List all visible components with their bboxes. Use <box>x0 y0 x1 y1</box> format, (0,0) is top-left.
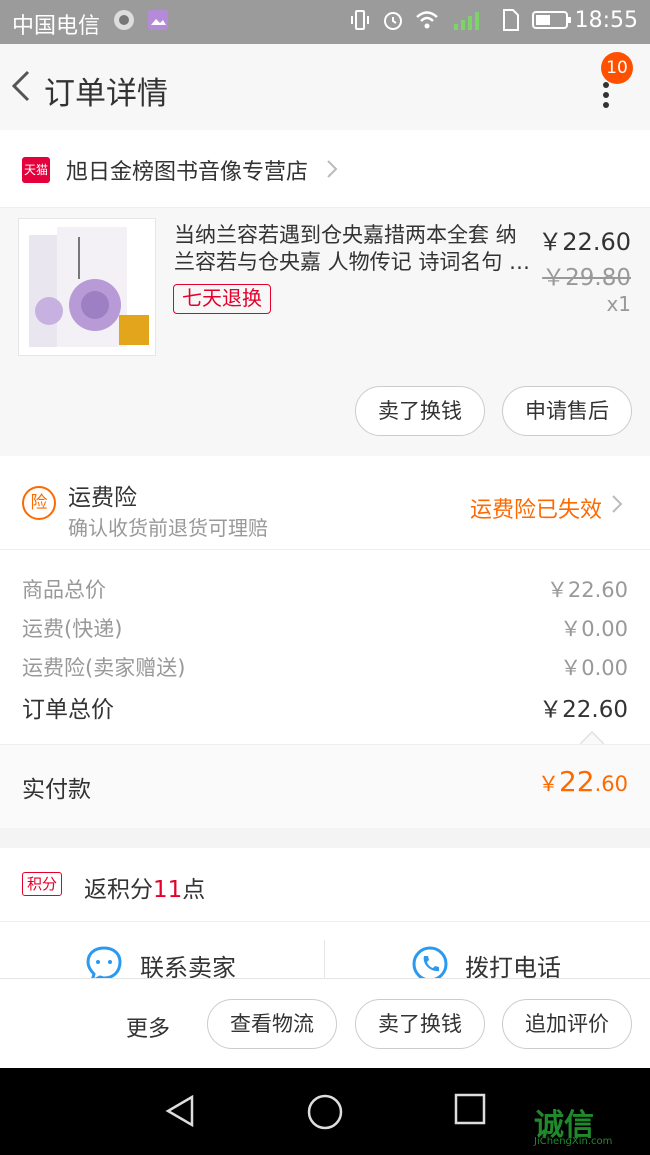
wifi-icon <box>416 11 438 29</box>
insurance-status: 运费险已失效 <box>469 498 602 523</box>
summary-label: 运费险(卖家赠送) <box>22 656 186 680</box>
order-total-label: 订单总价 <box>22 697 114 723</box>
weather-icon <box>114 10 134 30</box>
product-quantity: x1 <box>606 292 631 316</box>
nav-home-icon[interactable] <box>306 1093 344 1131</box>
order-summary: 商品总价 ￥22.60 运费(快递) ￥0.00 运费险(卖家赠送) ￥0.00… <box>0 550 650 744</box>
watermark: 诚信 JiChengXin.com <box>530 1100 650 1150</box>
amount-integer: 22 <box>558 765 595 798</box>
summary-row: 运费(快递) ￥0.00 <box>22 613 628 649</box>
amount-decimal: .60 <box>594 772 628 796</box>
battery-icon <box>532 11 571 29</box>
store-name: 旭日金榜图书音像专营店 <box>66 160 309 185</box>
chevron-right-icon <box>327 160 338 178</box>
sim-icon <box>503 9 519 31</box>
currency-symbol: ￥ <box>537 772 559 796</box>
watermark-url: JiChengXin.com <box>534 1136 613 1147</box>
points-suffix: 点 <box>182 877 206 903</box>
summary-row: 商品总价 ￥22.60 <box>22 574 628 610</box>
app-header: 订单详情 10 <box>0 44 650 130</box>
nav-back-icon[interactable] <box>164 1093 196 1129</box>
product-card[interactable]: 当纳兰容若遇到仓央嘉措两本全套 纳兰容若与仓央嘉 人物传记 诗词名句 … 七天退… <box>0 208 650 456</box>
insurance-title: 运费险 <box>68 485 137 511</box>
status-bar: 中国电信 18:55 <box>0 0 650 44</box>
amount-paid-value: ￥22.60 <box>538 765 628 798</box>
more-actions-link[interactable]: 更多 <box>126 1011 170 1043</box>
summary-label: 运费(快递) <box>22 617 123 641</box>
call-phone-button[interactable]: 拨打电话 <box>465 948 561 978</box>
chevron-right-icon <box>612 495 623 513</box>
clock: 18:55 <box>574 8 638 33</box>
summary-value: ￥0.00 <box>560 656 628 680</box>
add-review-button[interactable]: 追加评价 <box>502 999 632 1049</box>
amount-paid-label: 实付款 <box>22 777 91 803</box>
carrier-name: 中国电信 <box>12 14 101 39</box>
product-thumbnail[interactable] <box>18 218 156 356</box>
product-name[interactable]: 当纳兰容若遇到仓央嘉措两本全套 纳兰容若与仓央嘉 人物传记 诗词名句 … <box>174 222 534 276</box>
nav-recents-icon[interactable] <box>454 1093 486 1125</box>
points-number: 11 <box>153 877 183 903</box>
after-sales-button[interactable]: 申请售后 <box>502 386 632 436</box>
sell-for-cash-button[interactable]: 卖了换钱 <box>355 386 485 436</box>
view-logistics-button[interactable]: 查看物流 <box>207 999 337 1049</box>
order-total-value: ￥22.60 <box>539 697 628 723</box>
order-total-row: 订单总价 ￥22.60 <box>22 690 628 726</box>
tmall-badge: 天猫 <box>22 157 50 183</box>
sell-for-cash-button[interactable]: 卖了换钱 <box>355 999 485 1049</box>
alarm-icon <box>384 12 402 30</box>
shipping-insurance-row[interactable]: 险 运费险 确认收货前退货可理赔 运费险已失效 <box>0 456 650 550</box>
gallery-icon <box>148 10 168 30</box>
points-tag: 积分 <box>22 872 63 896</box>
product-price: ￥22.60 <box>538 228 631 256</box>
divider <box>324 940 325 978</box>
page-title: 订单详情 <box>44 76 168 112</box>
signal-icon <box>454 12 479 30</box>
insurance-icon: 险 <box>22 486 56 520</box>
points-text: 返积分11点 <box>84 870 205 904</box>
caret-up-icon <box>580 730 604 744</box>
points-prefix: 返积分 <box>84 877 153 903</box>
vibrate-icon <box>351 10 369 30</box>
seven-day-return-tag: 七天退换 <box>173 284 271 314</box>
back-arrow-icon[interactable] <box>8 66 34 106</box>
contact-seller-button[interactable]: 联系卖家 <box>140 948 236 978</box>
notification-badge: 10 <box>601 52 633 84</box>
contact-row: 联系卖家 拨打电话 <box>0 922 650 978</box>
store-row[interactable]: 天猫 旭日金榜图书音像专营店 <box>0 130 650 208</box>
phone-icon <box>412 946 448 978</box>
amount-paid-row: 实付款 ￥22.60 <box>0 744 650 828</box>
summary-row: 运费险(卖家赠送) ￥0.00 <box>22 652 628 688</box>
more-options-icon[interactable] <box>598 80 614 110</box>
chat-icon <box>86 946 122 978</box>
summary-value: ￥0.00 <box>560 617 628 641</box>
insurance-subtitle: 确认收货前退货可理赔 <box>68 516 268 540</box>
summary-label: 商品总价 <box>22 578 106 602</box>
summary-value: ￥22.60 <box>546 578 628 602</box>
points-row: 积分 返积分11点 <box>0 848 650 922</box>
bottom-action-bar: 更多 查看物流 卖了换钱 追加评价 <box>0 978 650 1068</box>
original-price: ￥29.80 <box>542 265 631 291</box>
book-cover-image <box>29 227 149 347</box>
